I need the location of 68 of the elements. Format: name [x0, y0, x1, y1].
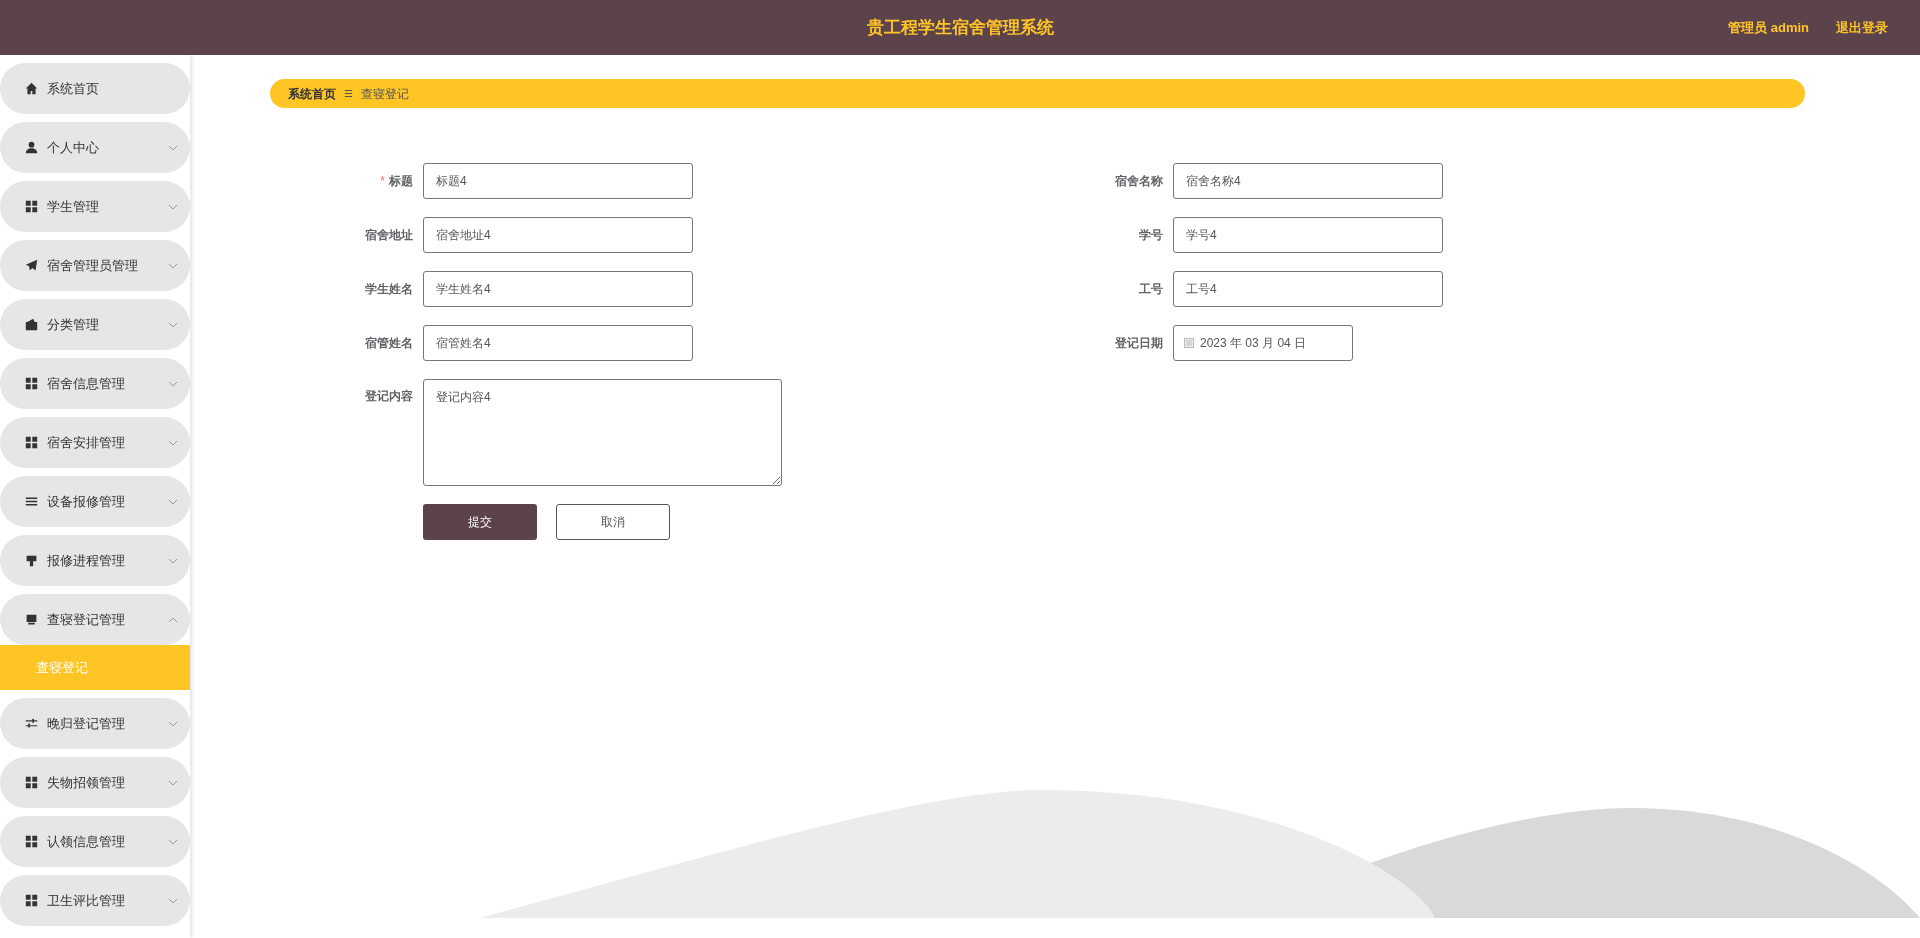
field-label: 工号	[1139, 281, 1163, 298]
text-area[interactable]: 登记内容4	[423, 379, 782, 486]
date-field[interactable]: 2023 年 03 月 04 日	[1173, 325, 1353, 361]
text-field[interactable]: 学号4	[1173, 217, 1443, 253]
list-icon	[25, 495, 38, 508]
chevron-up-icon	[168, 616, 178, 623]
menu-item[interactable]: 系统首页	[0, 63, 190, 114]
grid-icon	[25, 377, 38, 390]
chevron-down-icon	[168, 498, 178, 505]
menu-item[interactable]: 个人中心	[0, 122, 190, 173]
field-label: 学号	[1139, 227, 1163, 244]
field-label: 登记内容	[365, 388, 413, 405]
field-label: 宿管姓名	[365, 335, 413, 352]
field-label: 宿舍地址	[365, 227, 413, 244]
grid-icon	[25, 776, 38, 789]
cancel-button[interactable]: 取消	[556, 504, 670, 540]
menu-item[interactable]: 宿舍管理员管理	[0, 240, 190, 291]
app-title: 贵工程学生宿舍管理系统	[866, 16, 1054, 39]
menu-item[interactable]: 设备报修管理	[0, 476, 190, 527]
text-field[interactable]: 宿舍地址4	[423, 217, 693, 253]
chevron-down-icon	[168, 557, 178, 564]
field-label: 标题	[389, 173, 413, 190]
breadcrumb-link[interactable]: 系统首页	[288, 84, 336, 103]
text-field[interactable]: 学生姓名4	[423, 271, 693, 307]
menu-item[interactable]: 宿舍信息管理	[0, 358, 190, 409]
field-label: 宿舍名称	[1115, 173, 1163, 190]
home-icon	[25, 82, 38, 95]
grid-icon	[25, 835, 38, 848]
grid-icon	[25, 894, 38, 907]
text-field[interactable]: 工号4	[1173, 271, 1443, 307]
breadcrumb-separator: ☰	[344, 87, 353, 101]
sliders-icon	[25, 717, 38, 730]
user-icon	[25, 141, 38, 154]
menu-item[interactable]: 失物招领管理	[0, 757, 190, 808]
text-field[interactable]: 宿舍名称4	[1173, 163, 1443, 199]
chevron-down-icon	[168, 203, 178, 210]
monitor-icon	[25, 613, 38, 626]
sign-icon	[25, 554, 38, 567]
menu-item[interactable]: 卫生评比管理	[0, 875, 190, 926]
chevron-down-icon	[168, 439, 178, 446]
text-field[interactable]: 宿管姓名4	[423, 325, 693, 361]
menu-item[interactable]: 分类管理	[0, 299, 190, 350]
menu-item[interactable]: 查寝登记管理	[0, 594, 190, 645]
grid-icon	[25, 436, 38, 449]
chevron-down-icon	[168, 779, 178, 786]
text-field[interactable]: 标题4	[423, 163, 693, 199]
user-label: 管理员 admin	[1728, 18, 1809, 37]
menu-item[interactable]: 学生管理	[0, 181, 190, 232]
chevron-down-icon	[168, 144, 178, 151]
paper-plane-icon	[25, 259, 38, 272]
chevron-down-icon	[168, 380, 178, 387]
chevron-down-icon	[168, 897, 178, 904]
calendar-icon	[1184, 338, 1194, 348]
chevron-down-icon	[168, 321, 178, 328]
submit-button[interactable]: 提交	[423, 504, 537, 540]
chevron-down-icon	[168, 838, 178, 845]
field-label: 学生姓名	[365, 281, 413, 298]
logout-link[interactable]: 退出登录	[1836, 17, 1888, 38]
field-label: 登记日期	[1115, 335, 1163, 352]
chevron-down-icon	[168, 262, 178, 269]
menu-item[interactable]: 认领信息管理	[0, 816, 190, 867]
required-mark: *	[380, 173, 385, 190]
menu-item[interactable]: 宿舍安排管理	[0, 417, 190, 468]
menu-item[interactable]: 报修进程管理	[0, 535, 190, 586]
breadcrumb-current: 查寝登记	[361, 85, 409, 103]
grid-icon	[25, 200, 38, 213]
chevron-down-icon	[168, 720, 178, 727]
menu-item[interactable]: 晚归登记管理	[0, 698, 190, 749]
